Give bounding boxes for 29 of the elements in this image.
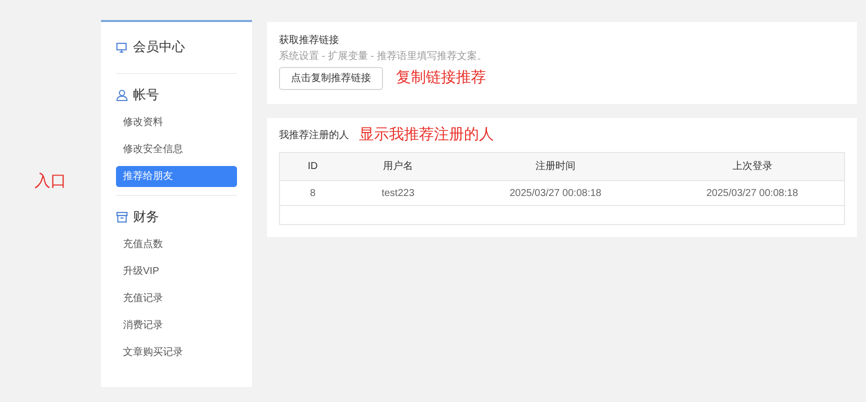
sidebar-item[interactable]: 消费记录 [116,315,237,336]
monitor-icon [116,42,127,52]
sidebar-item[interactable]: 升级VIP [116,261,237,282]
column-header: 上次登录 [660,152,844,180]
card-title: 我推荐注册的人 [279,128,349,142]
sidebar-item[interactable]: 充值点数 [116,234,237,255]
table-cell: 2025/03/27 00:08:18 [660,180,844,206]
sidebar-item[interactable]: 修改资料 [116,112,237,133]
sidebar-item[interactable]: 文章购买记录 [116,342,237,363]
annotation-text: 复制链接推荐 [396,68,486,88]
sidebar-item[interactable]: 推荐给朋友 [116,166,237,187]
table-cell: 2025/03/27 00:08:18 [450,180,660,206]
hint-text: 系统设置 - 扩展变量 - 推荐语里填写推荐文案。 [279,50,488,64]
annotation-text: 入口 [34,172,66,192]
box-icon [116,211,128,223]
column-header: 用户名 [346,152,450,180]
table-cell: 8 [280,180,346,206]
column-header: ID [280,152,346,180]
user-icon [116,89,128,101]
annotation-text: 显示我推荐注册的人 [359,124,494,145]
sidebar-title: 会员中心 [133,38,185,56]
column-header: 注册时间 [450,152,660,180]
card-title: 获取推荐链接 [279,34,340,48]
copy-link-button[interactable]: 点击复制推荐链接 [279,67,383,90]
sidebar-item[interactable]: 充值记录 [116,288,237,309]
group-heading: 帐号 [133,86,159,104]
group-heading: 财务 [133,208,159,226]
sidebar-item[interactable]: 修改安全信息 [116,139,237,160]
table-cell: test223 [346,180,450,206]
